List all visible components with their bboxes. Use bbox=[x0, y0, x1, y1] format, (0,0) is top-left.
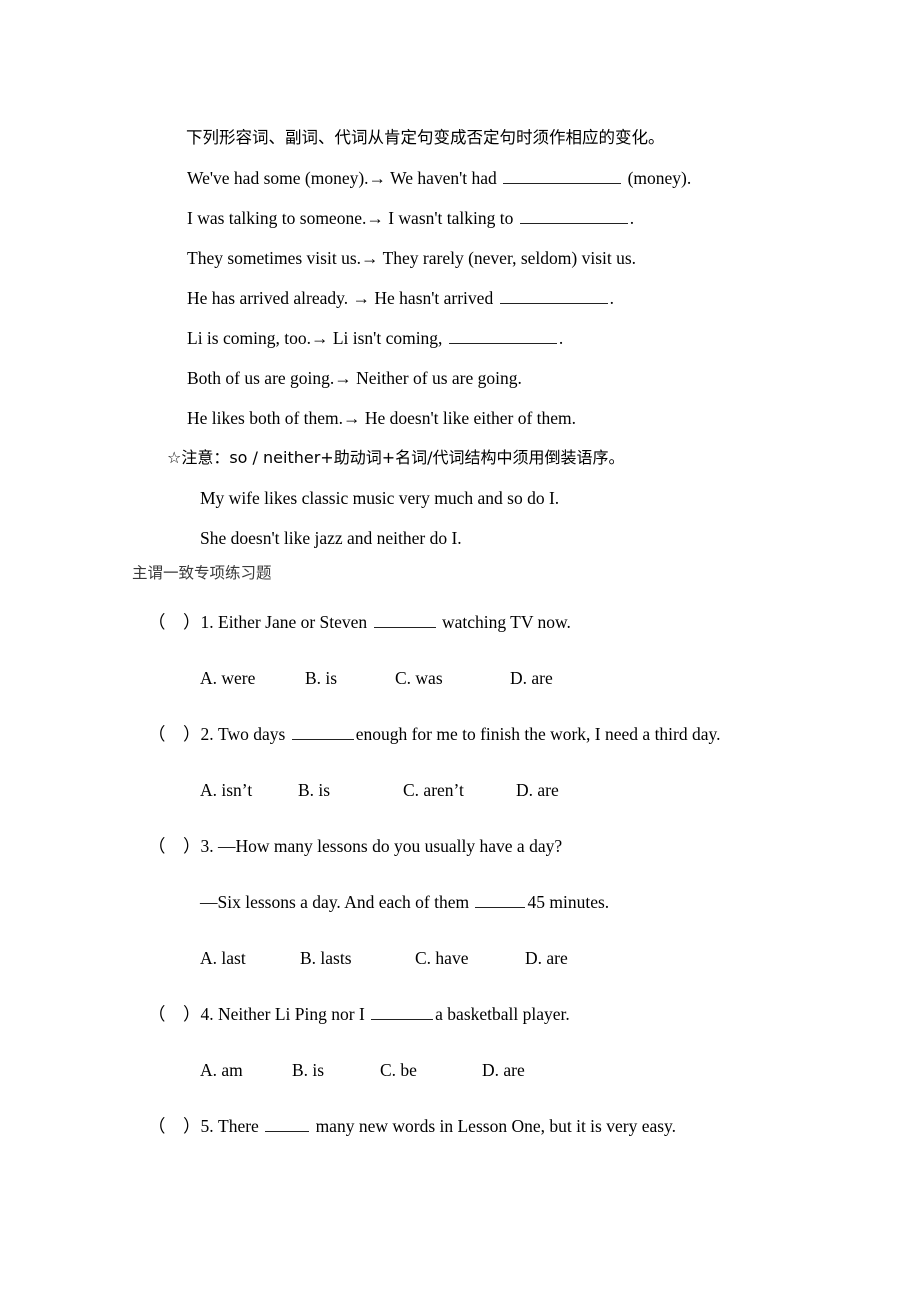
answer-bracket[interactable]: （ ） bbox=[148, 724, 201, 744]
question-line: （ ）5. There many new words in Lesson One… bbox=[0, 1106, 920, 1146]
option-d[interactable]: D. are bbox=[525, 938, 568, 978]
options-row: A. isn’t B. is C. aren’t D. are bbox=[0, 770, 920, 810]
option-d[interactable]: D. are bbox=[510, 658, 553, 698]
option-d[interactable]: D. are bbox=[516, 770, 559, 810]
answer-blank[interactable] bbox=[475, 891, 526, 908]
question-second-text-before: —Six lessons a day. And each of them bbox=[200, 892, 474, 912]
option-c[interactable]: C. aren’t bbox=[403, 770, 516, 810]
transformation-line-4: He has arrived already. → He hasn't arri… bbox=[0, 278, 920, 318]
question-number: 2. bbox=[200, 724, 214, 744]
question-number: 1. bbox=[200, 612, 214, 632]
transformation-line-2: I was talking to someone.→ I wasn't talk… bbox=[0, 198, 920, 238]
section-title: 主谓一致专项练习题 bbox=[132, 564, 272, 582]
question-text-after: watching TV now. bbox=[437, 612, 571, 632]
document-body: 下列形容词、副词、代词从肯定句变成否定句时须作相应的变化。 We've had … bbox=[0, 118, 920, 1146]
transformation-text-before: He has arrived already. → He hasn't arri… bbox=[187, 288, 498, 308]
option-b[interactable]: B. is bbox=[305, 658, 395, 698]
question-line: （ ）3. —How many lessons do you usually h… bbox=[0, 826, 920, 866]
answer-bracket[interactable]: （ ） bbox=[148, 612, 201, 632]
note-example-1: My wife likes classic music very much an… bbox=[200, 488, 560, 508]
options-row: A. were B. is C. was D. are bbox=[0, 658, 920, 698]
question-number: 5. bbox=[200, 1116, 214, 1136]
transformation-text-before: Li is coming, too.→ Li isn't coming, bbox=[187, 328, 447, 348]
question-text-after: many new words in Lesson One, but it is … bbox=[311, 1116, 677, 1136]
answer-bracket[interactable]: （ ） bbox=[148, 836, 201, 856]
option-c[interactable]: C. was bbox=[395, 658, 510, 698]
note-example-2: She doesn't like jazz and neither do I. bbox=[200, 528, 462, 548]
answer-blank[interactable] bbox=[503, 167, 622, 184]
answer-blank[interactable] bbox=[373, 611, 436, 628]
question-line: （ ）2. Two days enough for me to finish t… bbox=[0, 714, 920, 754]
question-text-before: Two days bbox=[213, 724, 290, 744]
transformation-line-6: Both of us are going.→ Neither of us are… bbox=[187, 368, 522, 388]
transformation-text-after: . bbox=[629, 208, 635, 228]
question-number: 4. bbox=[200, 1004, 214, 1024]
question-second-text-after: 45 minutes. bbox=[527, 892, 610, 912]
answer-blank[interactable] bbox=[371, 1003, 434, 1020]
transformation-text-after: (money). bbox=[623, 168, 692, 188]
option-c[interactable]: C. be bbox=[380, 1050, 482, 1090]
answer-bracket[interactable]: （ ） bbox=[148, 1004, 201, 1024]
answer-blank[interactable] bbox=[265, 1115, 310, 1132]
question-block-2: （ ）2. Two days enough for me to finish t… bbox=[0, 714, 920, 810]
options-row: A. am B. is C. be D. are bbox=[0, 1050, 920, 1090]
question-line: （ ）1. Either Jane or Steven watching TV … bbox=[0, 602, 920, 642]
question-text-after: a basketball player. bbox=[435, 1004, 570, 1024]
transformation-line-3: They sometimes visit us.→ They rarely (n… bbox=[187, 248, 637, 268]
option-c[interactable]: C. have bbox=[415, 938, 525, 978]
question-text-after: enough for me to finish the work, I need… bbox=[355, 724, 721, 744]
option-b[interactable]: B. is bbox=[298, 770, 403, 810]
question-block-3: （ ）3. —How many lessons do you usually h… bbox=[0, 826, 920, 978]
option-b[interactable]: B. lasts bbox=[300, 938, 415, 978]
transformation-line-5: Li is coming, too.→ Li isn't coming, . bbox=[0, 318, 920, 358]
question-text-before: Either Jane or Steven bbox=[213, 612, 372, 632]
option-a[interactable]: A. am bbox=[200, 1050, 292, 1090]
question-text-before: There bbox=[213, 1116, 264, 1136]
transformation-line-7: He likes both of them.→ He doesn't like … bbox=[187, 408, 577, 428]
intro-line: 下列形容词、副词、代词从肯定句变成否定句时须作相应的变化。 bbox=[186, 128, 665, 147]
question-second-line: —Six lessons a day. And each of them 45 … bbox=[0, 882, 920, 922]
option-b[interactable]: B. is bbox=[292, 1050, 380, 1090]
answer-blank[interactable] bbox=[291, 723, 354, 740]
answer-blank[interactable] bbox=[519, 207, 628, 224]
note-line: ☆注意：so / neither+助动词+名词/代词结构中须用倒装语序。 bbox=[167, 448, 625, 467]
question-text-before: Neither Li Ping nor I bbox=[213, 1004, 370, 1024]
answer-bracket[interactable]: （ ） bbox=[148, 1116, 201, 1136]
option-a[interactable]: A. isn’t bbox=[200, 770, 298, 810]
transformation-text-before: I was talking to someone.→ I wasn't talk… bbox=[187, 208, 518, 228]
question-block-4: （ ）4. Neither Li Ping nor I a basketball… bbox=[0, 994, 920, 1090]
question-number: 3. bbox=[200, 836, 214, 856]
answer-blank[interactable] bbox=[499, 287, 608, 304]
transformation-line-1: We've had some (money).→ We haven't had … bbox=[0, 158, 920, 198]
answer-blank[interactable] bbox=[448, 327, 557, 344]
question-line: （ ）4. Neither Li Ping nor I a basketball… bbox=[0, 994, 920, 1034]
question-block-1: （ ）1. Either Jane or Steven watching TV … bbox=[0, 602, 920, 698]
option-a[interactable]: A. last bbox=[200, 938, 300, 978]
options-row: A. last B. lasts C. have D. are bbox=[0, 938, 920, 978]
transformation-text-after: . bbox=[609, 288, 614, 308]
option-d[interactable]: D. are bbox=[482, 1050, 525, 1090]
transformation-text-before: We've had some (money).→ We haven't had bbox=[187, 168, 502, 188]
transformation-text-after: . bbox=[558, 328, 564, 348]
question-block-5: （ ）5. There many new words in Lesson One… bbox=[0, 1106, 920, 1146]
option-a[interactable]: A. were bbox=[200, 658, 305, 698]
question-text-before: —How many lessons do you usually have a … bbox=[213, 836, 563, 856]
document-page: 下列形容词、副词、代词从肯定句变成否定句时须作相应的变化。 We've had … bbox=[0, 0, 920, 1302]
